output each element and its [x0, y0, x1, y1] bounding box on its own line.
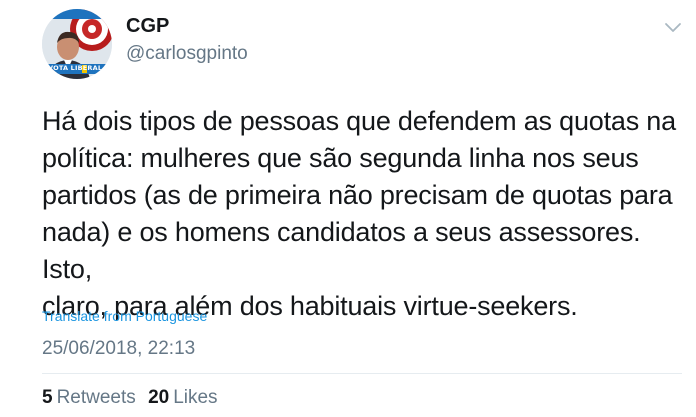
author-handle[interactable]: @carlosgpinto — [126, 43, 248, 65]
chevron-down-icon[interactable] — [664, 22, 682, 34]
retweets-stat[interactable]: 5 Retweets — [42, 387, 136, 409]
author-name[interactable]: CGP — [126, 15, 169, 38]
likes-stat[interactable]: 20 Likes — [148, 387, 218, 409]
retweets-count: 5 — [42, 387, 53, 408]
tweet-stats: 5 Retweets 20 Likes — [42, 387, 225, 409]
likes-count: 20 — [148, 387, 170, 408]
avatar-caption: VOTA LIBERAL — [48, 64, 103, 72]
tweet-timestamp[interactable]: 25/06/2018, 22:13 — [42, 338, 195, 360]
tweet-card: VOTA LIBERAL CGP @carlosgpinto Há dois t… — [0, 0, 696, 417]
avatar[interactable]: VOTA LIBERAL — [42, 9, 112, 79]
translate-link[interactable]: Translate from Portuguese — [42, 308, 207, 324]
likes-label: Likes — [173, 387, 218, 408]
retweets-label: Retweets — [56, 387, 136, 408]
tweet-text: Há dois tipos de pessoas que defendem as… — [42, 106, 676, 321]
divider — [42, 373, 682, 374]
